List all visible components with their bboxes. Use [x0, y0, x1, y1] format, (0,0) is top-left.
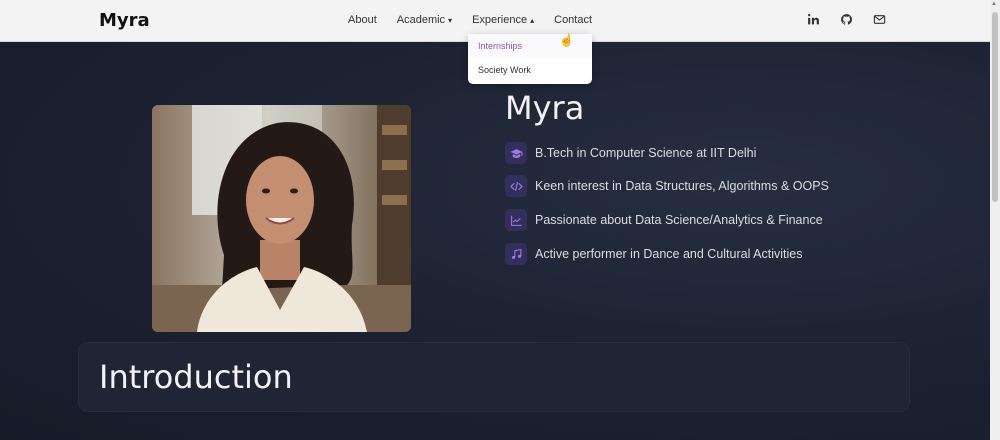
introduction-heading: Introduction: [99, 358, 293, 396]
page-scrollbar[interactable]: ▲: [990, 0, 1000, 440]
nav-academic-label: Academic: [396, 14, 446, 26]
mail-icon[interactable]: [873, 13, 886, 26]
social-links: [807, 13, 886, 26]
feature-text: Active performer in Dance and Cultural A…: [535, 247, 803, 261]
scrollbar-thumb[interactable]: [992, 12, 998, 202]
nav-academic[interactable]: Academic ▾: [397, 14, 452, 26]
feature-item: B.Tech in Computer Science at IIT Delhi: [505, 142, 756, 164]
feature-text: Keen interest in Data Structures, Algori…: [535, 179, 829, 193]
feature-item: Keen interest in Data Structures, Algori…: [505, 175, 829, 197]
nav-contact[interactable]: Contact: [554, 14, 592, 26]
feature-text: Passionate about Data Science/Analytics …: [535, 213, 823, 227]
music-note-icon: [505, 243, 527, 265]
nav-experience-label: Experience: [472, 14, 528, 26]
dropdown-item-society-work[interactable]: Society Work: [468, 58, 592, 82]
code-icon: [505, 175, 527, 197]
github-icon[interactable]: [840, 13, 853, 26]
chevron-down-icon: ▾: [448, 15, 453, 25]
nav-links: About Academic ▾ Experience ▴ Contact: [348, 14, 592, 26]
feature-text: B.Tech in Computer Science at IIT Delhi: [535, 146, 757, 160]
brand-logo[interactable]: Myra: [99, 10, 150, 31]
chevron-up-icon: ▴: [530, 15, 535, 25]
scroll-up-icon[interactable]: ▲: [991, 1, 997, 7]
profile-photo: [152, 105, 411, 332]
chart-line-icon: [505, 209, 527, 231]
nav-about[interactable]: About: [348, 14, 377, 26]
nav-experience[interactable]: Experience ▴: [472, 14, 534, 26]
nav-about-label: About: [348, 14, 377, 26]
linkedin-icon[interactable]: [807, 13, 820, 26]
feature-item: Passionate about Data Science/Analytics …: [505, 209, 823, 231]
feature-item: Active performer in Dance and Cultural A…: [505, 243, 802, 265]
graduation-cap-icon: [505, 142, 527, 164]
hand-cursor-icon: ☝: [559, 33, 574, 47]
hero-name: Myra: [505, 89, 585, 127]
nav-contact-label: Contact: [554, 14, 593, 26]
